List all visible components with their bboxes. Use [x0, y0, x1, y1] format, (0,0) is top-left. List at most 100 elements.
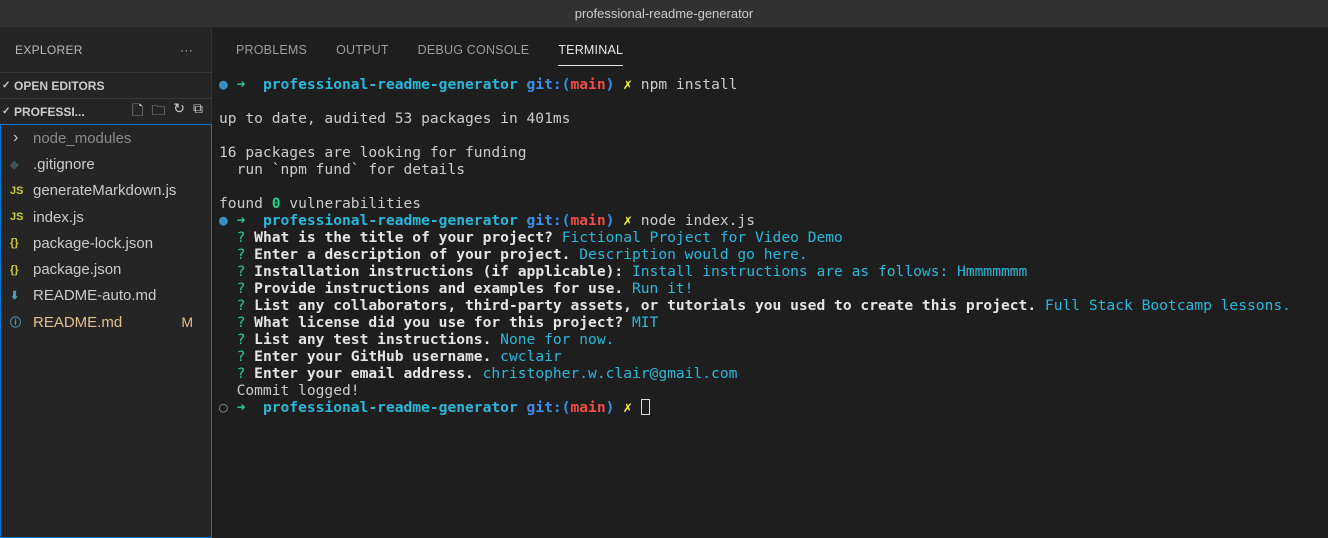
file-item[interactable]: ⓘ README.md M — [1, 309, 211, 335]
command-status-icon: ○ — [219, 399, 237, 416]
terminal-text: What is the title of your project? — [254, 229, 562, 246]
terminal-text: None for now. — [500, 331, 615, 348]
terminal-line: ? Provide instructions and examples for … — [219, 280, 1291, 297]
tab-problems[interactable]: PROBLEMS — [236, 28, 307, 72]
terminal-text: Enter your email address. — [254, 365, 483, 382]
terminal-text: main — [570, 212, 606, 229]
terminal-line: ? Enter a description of your project. D… — [219, 246, 1291, 263]
json-icon: {} — [10, 263, 19, 276]
file-item[interactable]: {} package-lock.json — [1, 230, 211, 256]
terminal-line: ? Enter your email address. christopher.… — [219, 365, 1291, 382]
modified-badge: M — [181, 314, 193, 331]
terminal-panel: PROBLEMS OUTPUT DEBUG CONSOLE TERMINAL ● ➜ … — [213, 28, 1328, 538]
refresh-icon[interactable]: ↻ — [173, 100, 185, 124]
terminal-line: ? What license did you use for this proj… — [219, 314, 1291, 331]
folder-section[interactable]: ✓ PROFESSI... 🗋 🗀 ↻ ⧉ — [0, 98, 211, 124]
file-name: package-lock.json — [33, 234, 154, 252]
folder-label: PROFESSI... — [14, 104, 85, 119]
open-editors-label: OPEN EDITORS — [14, 78, 105, 93]
javascript-icon: JS — [10, 184, 24, 197]
file-item[interactable]: ◆ .gitignore — [1, 151, 211, 177]
terminal-text: ? — [219, 314, 255, 331]
terminal-text: ? — [219, 280, 255, 297]
file-item[interactable]: {} package.json — [1, 256, 211, 282]
terminal-text: Fictional Project for Video Demo — [561, 229, 843, 246]
javascript-icon: JS — [10, 211, 24, 224]
tab-output[interactable]: OUTPUT — [336, 28, 389, 72]
file-item[interactable]: ⬇ README-auto.md — [1, 283, 211, 309]
terminal-text: Description would go here. — [579, 246, 808, 263]
terminal-text: cwclair — [500, 348, 562, 365]
markdown-icon: ⬇ — [10, 290, 20, 303]
terminal-line: ? Installation instructions (if applicab… — [219, 263, 1291, 280]
terminal-text: npm install — [640, 76, 738, 93]
terminal-text: What license did you use for this projec… — [254, 314, 632, 331]
file-item[interactable]: JS generateMarkdown.js — [1, 178, 211, 204]
terminal-text: ? — [219, 365, 255, 382]
git-icon: ◆ — [10, 158, 19, 171]
terminal-text: ) — [605, 76, 624, 93]
terminal-line: up to date, audited 53 packages in 401ms — [219, 110, 1291, 127]
info-icon: ⓘ — [10, 317, 21, 330]
terminal-text: professional-readme-generator — [262, 76, 527, 93]
terminal-line: Commit logged! — [219, 382, 1291, 399]
file-name: README-auto.md — [33, 287, 157, 305]
file-item[interactable]: › node_modules — [1, 125, 211, 151]
explorer-title: EXPLORER — [15, 43, 83, 57]
terminal-text: git:( — [526, 399, 571, 416]
terminal-text: up to date, audited 53 packages in 401ms — [219, 110, 571, 127]
terminal-text: found — [219, 195, 272, 212]
tab-debug-console[interactable]: DEBUG CONSOLE — [418, 28, 530, 72]
terminal-line: ? List any collaborators, third-party as… — [219, 297, 1291, 314]
terminal-text: MIT — [631, 314, 659, 331]
new-folder-icon[interactable]: 🗀 — [151, 100, 165, 124]
terminal-line: ● ➜ professional-readme-generator git:(m… — [219, 212, 1291, 229]
collapse-all-icon[interactable]: ⧉ — [193, 100, 203, 124]
terminal-text: 16 packages are looking for funding — [219, 144, 527, 161]
terminal-text: vulnerabilities — [280, 195, 422, 212]
terminal-text: main — [570, 76, 606, 93]
open-editors-section[interactable]: ✓ OPEN EDITORS — [0, 72, 211, 98]
file-name: index.js — [33, 208, 84, 226]
terminal-text: Enter your GitHub username. — [254, 348, 501, 365]
terminal-text: Enter a description of your project. — [254, 246, 580, 263]
terminal-text: ? — [219, 246, 255, 263]
terminal-text: Provide instructions and examples for us… — [254, 280, 632, 297]
window-title: professional-readme-generator — [0, 0, 1328, 28]
terminal-line: found 0 vulnerabilities — [219, 195, 1291, 212]
terminal-text: ✗ — [623, 212, 641, 229]
terminal-text: Run it! — [631, 280, 694, 297]
prompt-arrow-icon: ➜ — [236, 212, 263, 229]
new-file-icon[interactable]: 🗋 — [132, 100, 143, 124]
terminal-text: professional-readme-generator — [262, 212, 527, 229]
terminal-line: ? Enter your GitHub username. cwclair — [219, 348, 1291, 365]
terminal-text: ? — [219, 297, 255, 314]
terminal-text: main — [570, 399, 606, 416]
terminal-text: ? — [219, 263, 255, 280]
terminal-output[interactable]: ● ➜ professional-readme-generator git:(m… — [219, 76, 1291, 416]
terminal-text: 0 — [271, 195, 281, 212]
terminal-text: Full Stack Bootcamp lessons. — [1044, 297, 1291, 314]
terminal-text: Install instructions are as follows: Hmm… — [631, 263, 1028, 280]
terminal-text: ) — [605, 212, 624, 229]
tab-terminal[interactable]: TERMINAL — [558, 28, 623, 72]
chevron-down-icon: ✓ — [2, 80, 11, 91]
file-name: package.json — [33, 261, 122, 279]
terminal-text: List any collaborators, third-party asse… — [254, 297, 1045, 314]
explorer-sidebar: EXPLORER ··· ✓ OPEN EDITORS ✓ PROFESSI... … — [0, 28, 212, 538]
file-item[interactable]: JS index.js — [1, 204, 211, 230]
file-name: node_modules — [33, 129, 132, 147]
terminal-line: run `npm fund` for details — [219, 161, 1291, 178]
terminal-text: git:( — [526, 212, 571, 229]
file-name: .gitignore — [33, 155, 95, 173]
terminal-text: Installation instructions (if applicable… — [254, 263, 632, 280]
more-actions-icon[interactable]: ··· — [180, 43, 193, 57]
terminal-text: ✗ — [623, 76, 641, 93]
file-name: generateMarkdown.js — [33, 182, 177, 200]
terminal-text: git:( — [526, 76, 571, 93]
json-icon: {} — [10, 237, 19, 250]
terminal-line: ? What is the title of your project? Fic… — [219, 229, 1291, 246]
